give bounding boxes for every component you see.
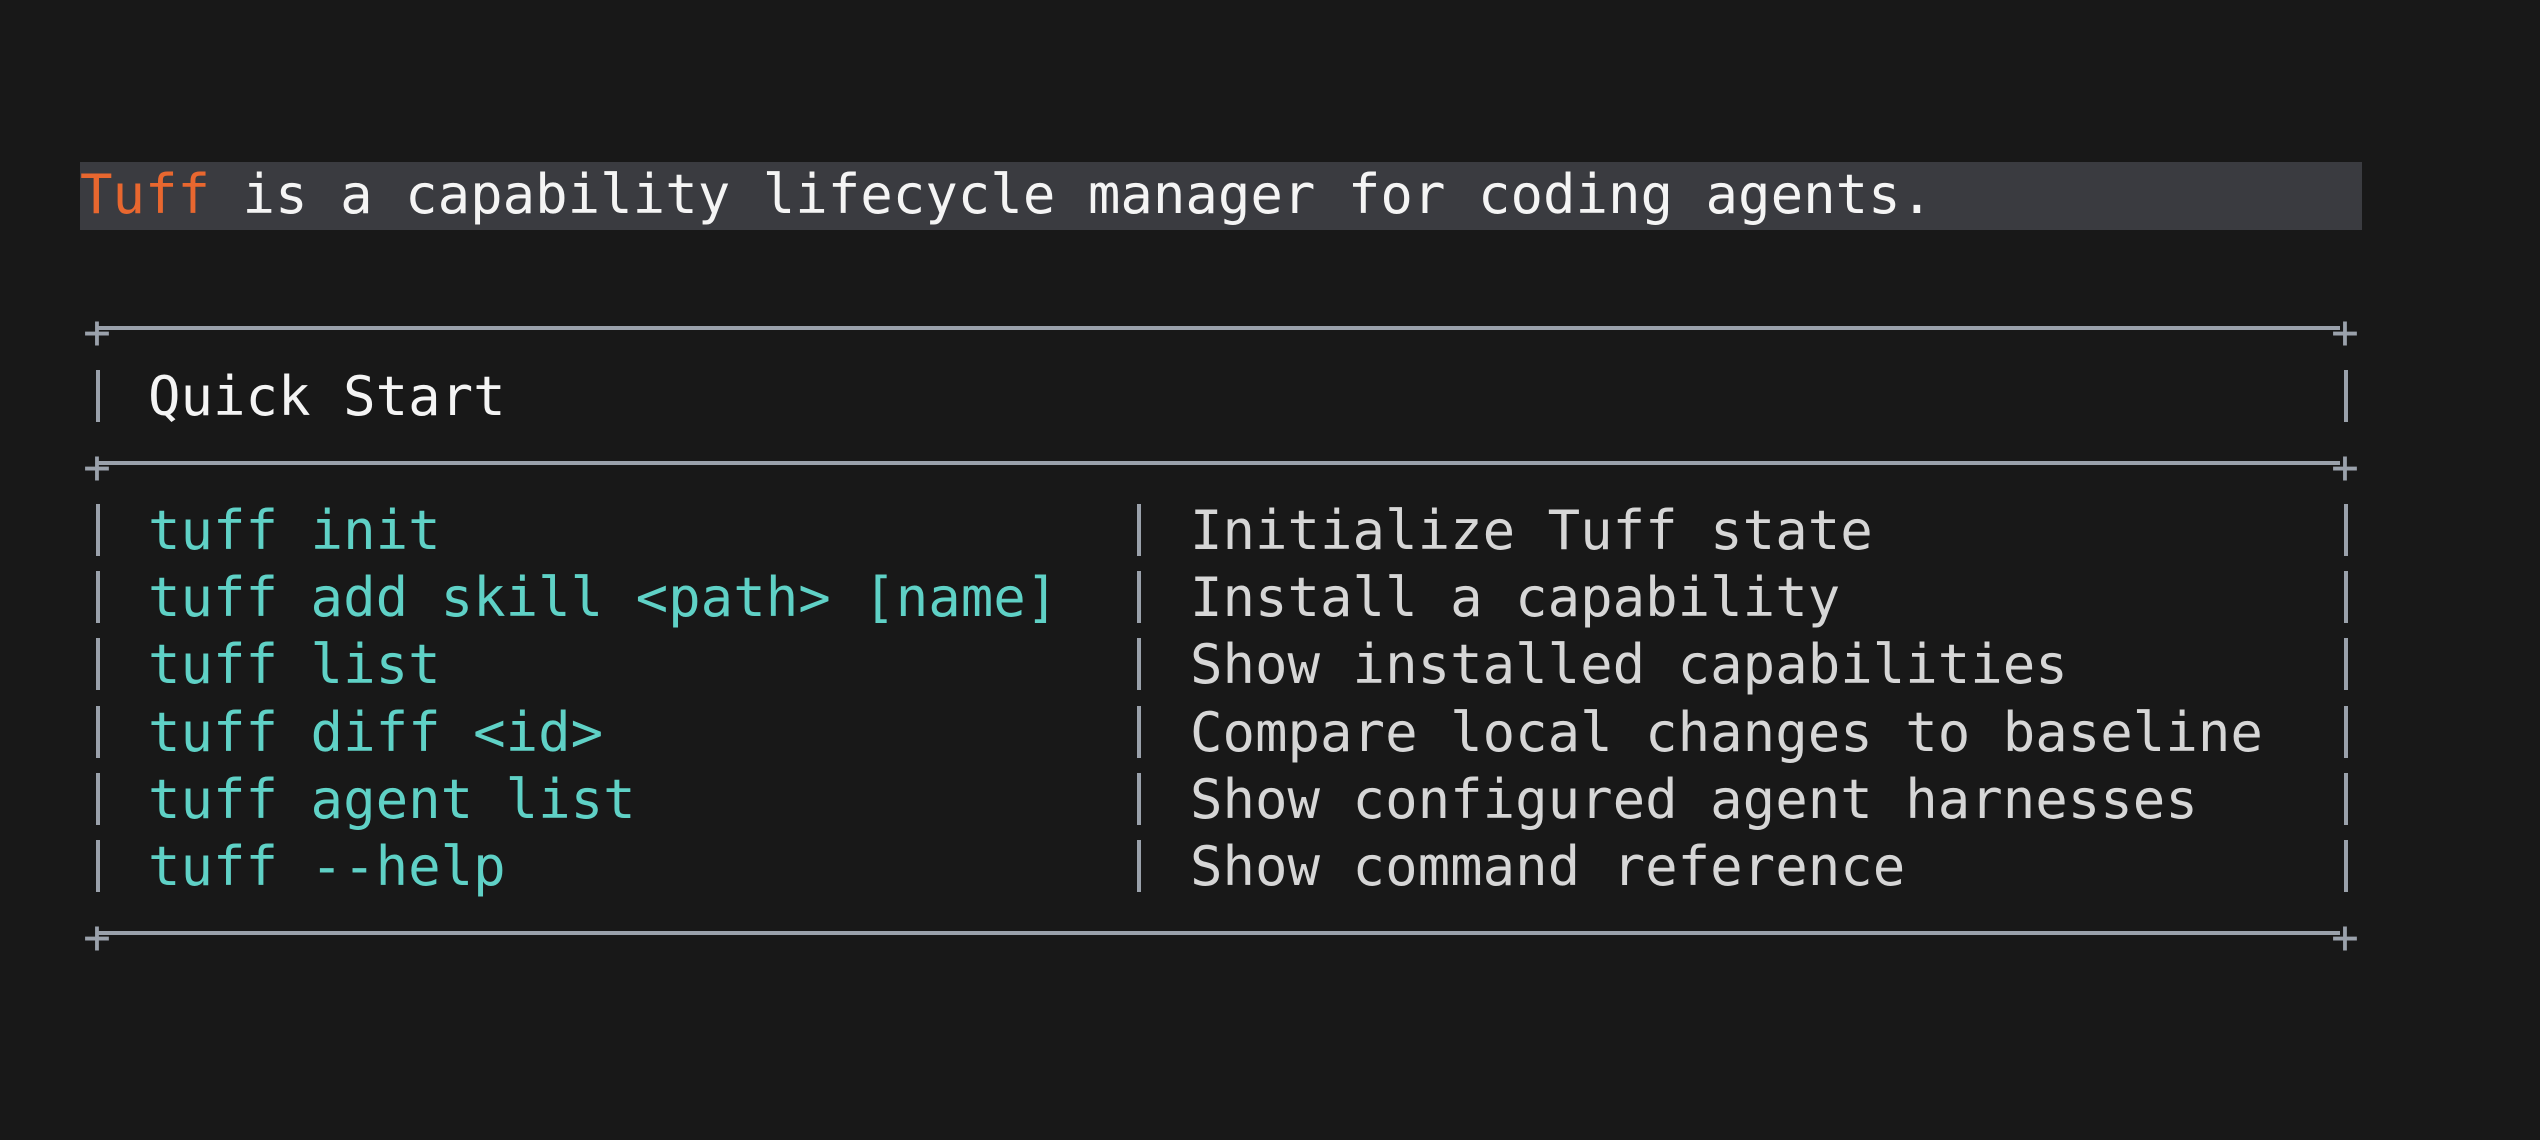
row-left-border xyxy=(96,773,100,825)
description-text: Initialize Tuff state xyxy=(1190,499,1873,562)
row-right-border xyxy=(2344,840,2348,892)
box-separator xyxy=(98,461,2340,465)
description-text: Install a capability xyxy=(1190,566,1841,629)
row-left-border xyxy=(96,638,100,690)
box-top-border xyxy=(98,326,2340,330)
description-text: Show configured agent harnesses xyxy=(1190,768,2198,831)
box-corner: + xyxy=(83,305,111,359)
row-left-border xyxy=(96,706,100,758)
command-text: tuff init xyxy=(148,499,441,562)
box-corner: + xyxy=(2331,440,2359,494)
command-text: tuff diff <id> xyxy=(148,701,604,764)
description-text: Show command reference xyxy=(1190,835,1906,898)
box-right-border xyxy=(2344,370,2348,422)
command-text: tuff agent list xyxy=(148,768,636,831)
intro-line: Tuff is a capability lifecycle manager f… xyxy=(80,168,1933,222)
row-right-border xyxy=(2344,706,2348,758)
description-text: Compare local changes to baseline xyxy=(1190,701,2263,764)
box-corner: + xyxy=(2331,305,2359,359)
box-title: Quick Start xyxy=(148,365,506,428)
column-divider xyxy=(1137,638,1141,690)
box-bottom-border xyxy=(98,931,2340,935)
brand-name: Tuff xyxy=(80,163,211,226)
box-corner: + xyxy=(83,440,111,494)
box-left-border xyxy=(96,370,100,422)
column-divider xyxy=(1137,706,1141,758)
row-left-border xyxy=(96,504,100,556)
command-text: tuff list xyxy=(148,633,441,696)
box-corner: + xyxy=(83,910,111,964)
row-left-border xyxy=(96,571,100,623)
row-right-border xyxy=(2344,504,2348,556)
row-right-border xyxy=(2344,638,2348,690)
description-text: Show installed capabilities xyxy=(1190,633,2068,696)
column-divider xyxy=(1137,773,1141,825)
command-text: tuff add skill <path> [name] xyxy=(148,566,1059,629)
row-left-border xyxy=(96,840,100,892)
column-divider xyxy=(1137,504,1141,556)
row-right-border xyxy=(2344,773,2348,825)
column-divider xyxy=(1137,571,1141,623)
intro-text: is a capability lifecycle manager for co… xyxy=(210,163,1934,226)
command-text: tuff --help xyxy=(148,835,506,898)
column-divider xyxy=(1137,840,1141,892)
box-corner: + xyxy=(2331,910,2359,964)
row-right-border xyxy=(2344,571,2348,623)
